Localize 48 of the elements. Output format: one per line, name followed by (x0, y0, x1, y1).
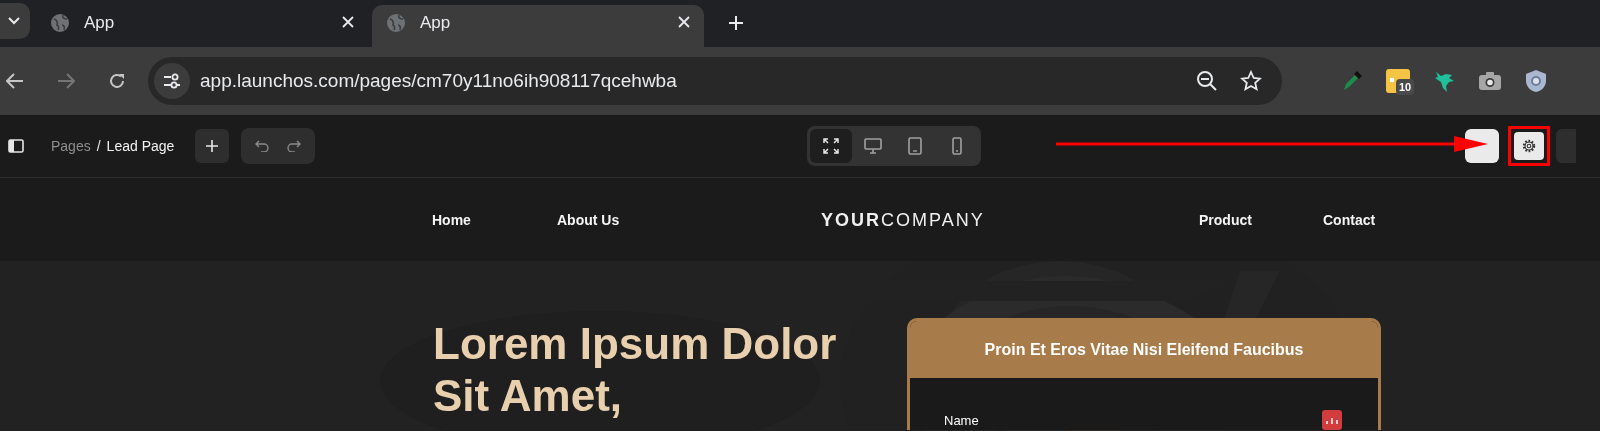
globe-icon (386, 13, 406, 33)
zoom-out-icon[interactable] (1196, 70, 1218, 92)
phone-icon[interactable] (952, 137, 963, 155)
view-mode-button[interactable] (810, 129, 853, 163)
tab-search-button[interactable] (0, 2, 30, 39)
nav-link[interactable]: About Us (557, 212, 821, 228)
close-icon[interactable] (342, 16, 354, 28)
browser-tab[interactable]: App (372, 5, 704, 47)
tab-title: App (84, 13, 116, 33)
chevron-down-icon[interactable] (8, 16, 20, 25)
star-icon[interactable] (1240, 70, 1262, 92)
sidebar-icon[interactable] (8, 139, 24, 153)
camera-icon[interactable] (1478, 71, 1502, 91)
add-button[interactable] (195, 129, 230, 163)
breadcrumb-current: Lead Page (106, 138, 175, 154)
expand-icon[interactable] (823, 138, 840, 154)
shield-icon[interactable] (1525, 69, 1547, 93)
plus-icon[interactable] (205, 139, 220, 153)
square-icon[interactable] (1322, 410, 1342, 430)
browser-tab[interactable]: App (36, 5, 368, 47)
breadcrumb-link[interactable]: Pages (51, 138, 91, 154)
reload-icon[interactable] (108, 72, 126, 90)
undo-icon[interactable] (255, 140, 270, 152)
tab-title: App (420, 13, 452, 33)
gear-icon[interactable] (1522, 139, 1537, 153)
field-label: Name (944, 412, 979, 428)
form-title: Proin Et Eros Vitae Nisi Eleifend Faucibus (910, 321, 1378, 378)
breadcrumb-separator: / (96, 138, 101, 154)
headline: Lorem Ipsum Dolor Sit Amet, (433, 318, 838, 422)
site-settings-icon[interactable] (163, 73, 181, 89)
url-text: app.launchos.com/pages/cm70y11no6ih908117qcehwba (200, 70, 677, 92)
badge: 10 (1396, 79, 1415, 95)
nav-link[interactable]: Contact (1323, 212, 1376, 228)
highlight-frame (1508, 126, 1551, 166)
logo[interactable]: YOURCOMPANY (821, 209, 1199, 231)
settings-button[interactable] (1514, 132, 1545, 160)
back-arrow-icon[interactable] (6, 73, 24, 89)
address-bar[interactable]: app.launchos.com/pages/cm70y11no6ih908117qcehwba (148, 57, 1282, 105)
globe-icon (50, 13, 70, 33)
close-icon[interactable] (678, 16, 690, 28)
eyedropper-icon[interactable] (1341, 70, 1363, 92)
tablet-icon[interactable] (908, 137, 923, 155)
monitor-icon[interactable] (864, 138, 883, 154)
forward-arrow-icon (57, 73, 75, 89)
nav-link[interactable]: Home (432, 212, 557, 228)
plus-icon[interactable] (728, 15, 744, 31)
redo-icon[interactable] (287, 140, 302, 152)
nav-link[interactable]: Product (1199, 212, 1323, 228)
